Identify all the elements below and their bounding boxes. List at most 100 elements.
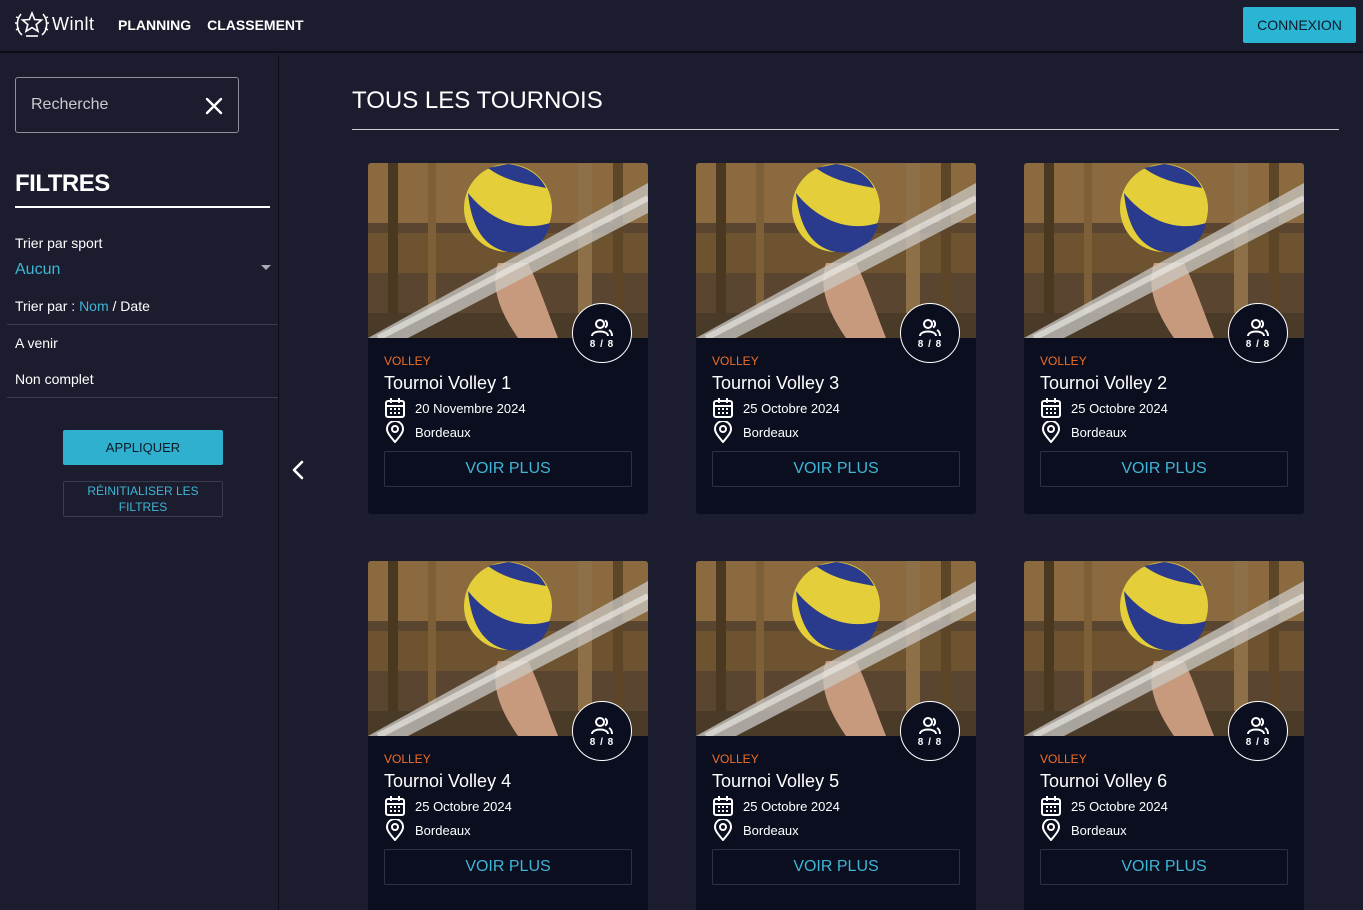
location-text: Bordeaux (415, 822, 471, 838)
tournament-date: 25 Octobre 2024 (384, 795, 512, 817)
top-bar: Winlt PLANNING CLASSEMENT CONNEXION (0, 0, 1363, 53)
nav-classement[interactable]: CLASSEMENT (207, 17, 303, 33)
participants-badge: 8 / 8 (900, 701, 960, 761)
location-pin-icon (1041, 421, 1061, 443)
location-text: Bordeaux (415, 424, 471, 440)
nav-planning[interactable]: PLANNING (118, 17, 191, 33)
location-pin-icon (1041, 819, 1061, 841)
tournament-card: 8 / 8 VOLLEY Tournoi Volley 1 20 Novembr… (368, 163, 648, 514)
users-icon (1247, 318, 1269, 336)
location-pin-icon (385, 421, 405, 443)
tournament-location: Bordeaux (1040, 819, 1127, 841)
tournament-location: Bordeaux (712, 819, 799, 841)
calendar-icon (385, 796, 405, 816)
users-icon (591, 318, 613, 336)
tournament-name: Tournoi Volley 1 (384, 373, 512, 393)
tournament-date: 25 Octobre 2024 (712, 397, 840, 419)
participants-badge: 8 / 8 (1228, 701, 1288, 761)
calendar-icon (713, 398, 733, 418)
participants-badge: 8 / 8 (572, 701, 632, 761)
divider (7, 397, 278, 398)
search-box (15, 77, 239, 133)
participants-badge: 8 / 8 (572, 303, 632, 363)
see-more-button[interactable]: VOIR PLUS (1040, 849, 1288, 885)
filter-upcoming[interactable]: A venir (15, 335, 58, 351)
participants-badge: 8 / 8 (1228, 303, 1288, 363)
users-icon (591, 716, 613, 734)
logo[interactable]: Winlt (14, 8, 95, 40)
sort-option-name[interactable]: Nom (79, 298, 109, 314)
tournament-name: Tournoi Volley 5 (712, 771, 840, 791)
sort-separator: / (108, 298, 121, 314)
tournament-date: 25 Octobre 2024 (1040, 397, 1168, 419)
filter-incomplete[interactable]: Non complet (15, 371, 94, 387)
calendar-icon (1041, 398, 1061, 418)
calendar-icon (1041, 796, 1061, 816)
calendar-icon (713, 796, 733, 816)
apply-button[interactable]: APPLIQUER (63, 430, 223, 465)
main-nav: PLANNING CLASSEMENT (118, 17, 304, 33)
see-more-button[interactable]: VOIR PLUS (384, 849, 632, 885)
tournament-card: 8 / 8 VOLLEY Tournoi Volley 5 25 Octobre… (696, 561, 976, 910)
divider (7, 324, 278, 325)
tournament-name: Tournoi Volley 4 (384, 771, 512, 791)
sort-by: Trier par : Nom / Date (15, 298, 150, 314)
brand-name: Winlt (52, 13, 95, 34)
caret-down-icon (261, 265, 271, 270)
location-pin-icon (713, 421, 733, 443)
users-icon (919, 318, 941, 336)
sport-label: VOLLEY (384, 354, 431, 368)
reset-filters-button[interactable]: RÉINITIALISER LES FILTRES (63, 481, 223, 517)
location-pin-icon (713, 819, 733, 841)
participants-count: 8 / 8 (589, 736, 615, 748)
tournament-card: 8 / 8 VOLLEY Tournoi Volley 3 25 Octobre… (696, 163, 976, 514)
date-text: 25 Octobre 2024 (743, 798, 840, 814)
filters-title: FILTRES (15, 170, 110, 197)
date-text: 20 Novembre 2024 (415, 400, 526, 416)
sport-label: VOLLEY (384, 752, 431, 766)
close-icon[interactable] (204, 96, 224, 116)
location-text: Bordeaux (743, 424, 799, 440)
participants-count: 8 / 8 (1245, 338, 1271, 350)
login-button[interactable]: CONNEXION (1243, 7, 1356, 43)
location-pin-icon (385, 819, 405, 841)
sport-label: VOLLEY (712, 354, 759, 368)
date-text: 25 Octobre 2024 (1071, 798, 1168, 814)
tournament-date: 20 Novembre 2024 (384, 397, 526, 419)
see-more-button[interactable]: VOIR PLUS (384, 451, 632, 487)
calendar-icon (385, 398, 405, 418)
participants-count: 8 / 8 (917, 736, 943, 748)
date-text: 25 Octobre 2024 (743, 400, 840, 416)
tournament-location: Bordeaux (384, 819, 471, 841)
tournament-card: 8 / 8 VOLLEY Tournoi Volley 6 25 Octobre… (1024, 561, 1304, 910)
chevron-left-icon[interactable] (288, 459, 308, 481)
tournament-name: Tournoi Volley 6 (1040, 771, 1168, 791)
see-more-button[interactable]: VOIR PLUS (712, 849, 960, 885)
sport-select-value: Aucun (15, 261, 61, 278)
sport-label: VOLLEY (712, 752, 759, 766)
tournament-name: Tournoi Volley 3 (712, 373, 840, 393)
location-text: Bordeaux (1071, 822, 1127, 838)
tournament-location: Bordeaux (1040, 421, 1127, 443)
tournament-name: Tournoi Volley 2 (1040, 373, 1168, 393)
date-text: 25 Octobre 2024 (415, 798, 512, 814)
tournament-location: Bordeaux (712, 421, 799, 443)
sort-option-date[interactable]: Date (120, 298, 150, 314)
participants-count: 8 / 8 (589, 338, 615, 350)
location-text: Bordeaux (743, 822, 799, 838)
tournament-date: 25 Octobre 2024 (1040, 795, 1168, 817)
tournament-card: 8 / 8 VOLLEY Tournoi Volley 4 25 Octobre… (368, 561, 648, 910)
title-divider (352, 129, 1339, 130)
sort-by-colon: : (67, 298, 80, 314)
filters-sidebar: FILTRES Trier par sport Aucun Trier par … (0, 55, 279, 910)
tournament-card: 8 / 8 VOLLEY Tournoi Volley 2 25 Octobre… (1024, 163, 1304, 514)
see-more-button[interactable]: VOIR PLUS (1040, 451, 1288, 487)
sport-select[interactable]: Aucun (15, 258, 273, 282)
tournament-date: 25 Octobre 2024 (712, 795, 840, 817)
participants-count: 8 / 8 (1245, 736, 1271, 748)
see-more-button[interactable]: VOIR PLUS (712, 451, 960, 487)
sport-label: VOLLEY (1040, 354, 1087, 368)
participants-badge: 8 / 8 (900, 303, 960, 363)
users-icon (919, 716, 941, 734)
search-input[interactable] (31, 96, 191, 114)
